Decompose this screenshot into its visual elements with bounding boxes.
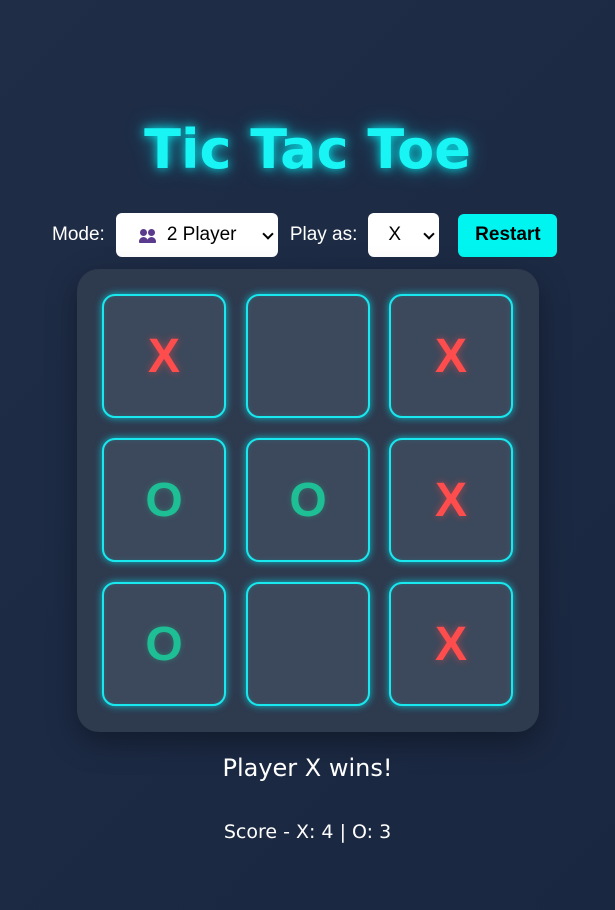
x-mark: X — [147, 329, 180, 383]
o-mark: O — [145, 473, 183, 527]
game-board: X X O O X O X — [77, 269, 539, 732]
board-cell[interactable]: X — [102, 294, 226, 418]
play-as-select[interactable]: X — [368, 213, 440, 257]
play-as-select-value: X — [388, 224, 402, 245]
x-mark: X — [434, 617, 467, 671]
controls-bar: Mode: 2 Player Play as: X Restart — [52, 213, 558, 257]
score-display: Score - X: 4 | O: 3 — [223, 821, 392, 843]
board-cell[interactable]: O — [102, 438, 226, 562]
chevron-down-icon — [262, 228, 274, 240]
two-people-icon — [138, 229, 158, 243]
page-title: Tic Tac Toe — [144, 118, 471, 181]
o-mark: O — [145, 617, 183, 671]
board-cell[interactable]: O — [102, 582, 226, 706]
board-cell[interactable]: O — [246, 438, 370, 562]
mode-select-value: 2 Player — [166, 224, 237, 245]
chevron-down-icon — [423, 228, 436, 240]
x-mark: X — [434, 473, 467, 527]
mode-label: Mode: — [52, 224, 105, 245]
o-mark: O — [289, 473, 327, 527]
play-as-label: Play as: — [289, 224, 358, 245]
board-cell[interactable] — [246, 582, 370, 706]
board-cell[interactable]: X — [389, 294, 513, 418]
restart-button[interactable]: Restart — [458, 213, 558, 257]
mode-select[interactable]: 2 Player — [115, 213, 278, 257]
board-cell[interactable]: X — [389, 582, 513, 706]
board-cell[interactable] — [246, 294, 370, 418]
board-cell[interactable]: X — [389, 438, 513, 562]
game-status: Player X wins! — [222, 754, 393, 782]
x-mark: X — [434, 329, 467, 383]
